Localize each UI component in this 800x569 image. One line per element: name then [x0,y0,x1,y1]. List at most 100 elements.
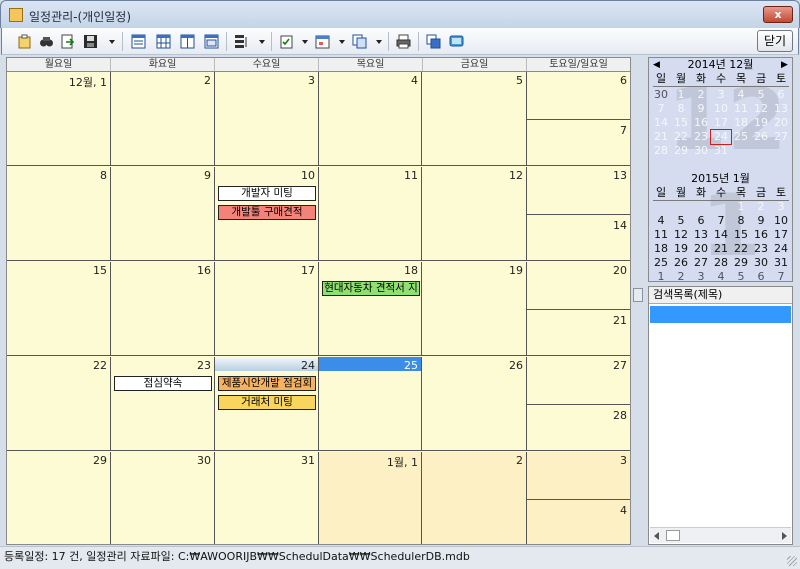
mini-day[interactable]: 6 [771,88,791,102]
mini-day[interactable]: 8 [671,102,691,116]
mini-day[interactable]: 26 [751,130,771,144]
day-cell[interactable]: 3 [215,72,319,166]
mini-day[interactable]: 31 [711,144,731,158]
close-button[interactable]: 닫기 [757,30,793,52]
event-item[interactable]: 점심약속 [114,376,212,391]
new-schedule-icon[interactable] [16,33,33,50]
mini-day[interactable]: 28 [651,144,671,158]
mini-day[interactable]: 16 [751,228,771,242]
event-item[interactable]: 거래처 미팅 [218,395,316,410]
task-icon[interactable] [278,33,295,50]
search-list-selected-row[interactable] [650,306,791,323]
day-cell[interactable]: 19 [422,262,527,356]
day-cell[interactable]: 26 [422,357,527,451]
mini-day[interactable]: 20 [771,116,791,130]
window-close-button[interactable]: x [763,6,793,23]
copy-dropdown-icon[interactable] [376,40,382,44]
mini-day[interactable]: 30 [751,256,771,270]
day-cell[interactable]: 22 [7,357,111,451]
mini-day[interactable]: 5 [731,270,751,284]
mini-day[interactable]: 14 [711,228,731,242]
mini-day[interactable]: 30 [651,88,671,102]
day-cell[interactable]: 4 [319,72,422,166]
day-cell-saturday[interactable]: 6 [527,72,630,119]
mini-day[interactable]: 17 [711,116,731,130]
mini-day[interactable]: 26 [671,256,691,270]
mini-day[interactable]: 2 [691,88,711,102]
day-cell[interactable]: 5 [422,72,527,166]
mini-day[interactable]: 4 [711,270,731,284]
mini-day[interactable]: 11 [731,102,751,116]
event-item[interactable]: 개발툴 구매견적 [218,205,316,220]
mini-day[interactable]: 4 [651,214,671,228]
mini-day[interactable]: 3 [711,88,731,102]
calendar-dropdown-icon[interactable] [339,40,345,44]
mini-day[interactable]: 6 [691,214,711,228]
mini-day[interactable]: 19 [671,242,691,256]
mini-day[interactable]: 7 [711,214,731,228]
prev-month-icon[interactable]: ◀ [653,58,660,72]
mini-day[interactable]: 7 [651,102,671,116]
mini-day[interactable]: 14 [651,116,671,130]
day-view-icon[interactable] [130,33,147,50]
mini-day[interactable]: 13 [691,228,711,242]
resize-grip-icon[interactable] [787,556,797,566]
day-cell[interactable]: 12월, 1 [7,72,111,166]
mini-day[interactable]: 21 [711,242,731,256]
scroll-right-icon[interactable] [782,532,787,540]
calendar-icon[interactable] [314,33,331,50]
day-cell[interactable]: 8 [7,167,111,261]
mini-day[interactable]: 27 [771,130,791,144]
mini-day[interactable]: 18 [731,116,751,130]
mini-day[interactable]: 3 [771,200,791,214]
mini-day[interactable]: 29 [731,256,751,270]
day-cell-saturday[interactable]: 13 [527,167,630,214]
scroll-left-icon[interactable] [654,532,659,540]
mini-day[interactable]: 13 [771,102,791,116]
day-cell-sunday[interactable]: 4 [527,499,630,544]
mini-day[interactable]: 15 [671,116,691,130]
task-dropdown-icon[interactable] [302,40,308,44]
mini-day[interactable]: 30 [691,144,711,158]
next-month-icon[interactable]: ▶ [781,58,788,72]
mini-day[interactable]: 21 [651,130,671,144]
mini-day[interactable]: 6 [751,270,771,284]
mini-day[interactable]: 3 [691,270,711,284]
day-cell[interactable]: 31 [215,452,319,544]
mini-day[interactable]: 2 [751,200,771,214]
list-view-icon[interactable] [203,33,220,50]
mini-day[interactable]: 25 [651,256,671,270]
mini-day-today[interactable]: 24 [710,129,732,145]
copy-icon[interactable] [351,33,368,50]
day-cell[interactable]: 9 [111,167,215,261]
day-cell-saturday[interactable]: 20 [527,262,630,309]
mini-day[interactable]: 1 [731,200,751,214]
mini-day[interactable]: 5 [671,214,691,228]
mini-day[interactable]: 16 [691,116,711,130]
arrange-icon[interactable] [233,33,250,50]
day-cell-sunday[interactable]: 28 [527,404,630,451]
mini-day[interactable]: 12 [671,228,691,242]
save-icon[interactable] [82,33,99,50]
event-item[interactable]: 개발자 미팅 [218,186,316,201]
preview-icon[interactable] [425,33,442,50]
week-view-icon[interactable] [155,33,172,50]
mini-day[interactable]: 1 [651,270,671,284]
mini-day[interactable]: 27 [691,256,711,270]
mini-day[interactable]: 24 [771,242,791,256]
scroll-thumb[interactable] [666,530,680,541]
mini-day[interactable]: 18 [651,242,671,256]
mini-day[interactable]: 4 [731,88,751,102]
day-cell[interactable]: 17 [215,262,319,356]
mini-day[interactable]: 7 [771,270,791,284]
horizontal-scrollbar[interactable] [650,527,791,543]
day-cell-next-month[interactable]: 1월, 1 [319,452,422,544]
mini-day[interactable]: 22 [731,242,751,256]
mini-day[interactable]: 25 [731,130,751,144]
day-cell[interactable]: 15 [7,262,111,356]
mini-day[interactable]: 10 [771,214,791,228]
splitter-grip-icon[interactable] [633,288,643,302]
day-cell[interactable]: 18 현대자동차 견적서 지 [319,262,422,356]
mini-day[interactable]: 15 [731,228,751,242]
mini-day[interactable]: 9 [751,214,771,228]
